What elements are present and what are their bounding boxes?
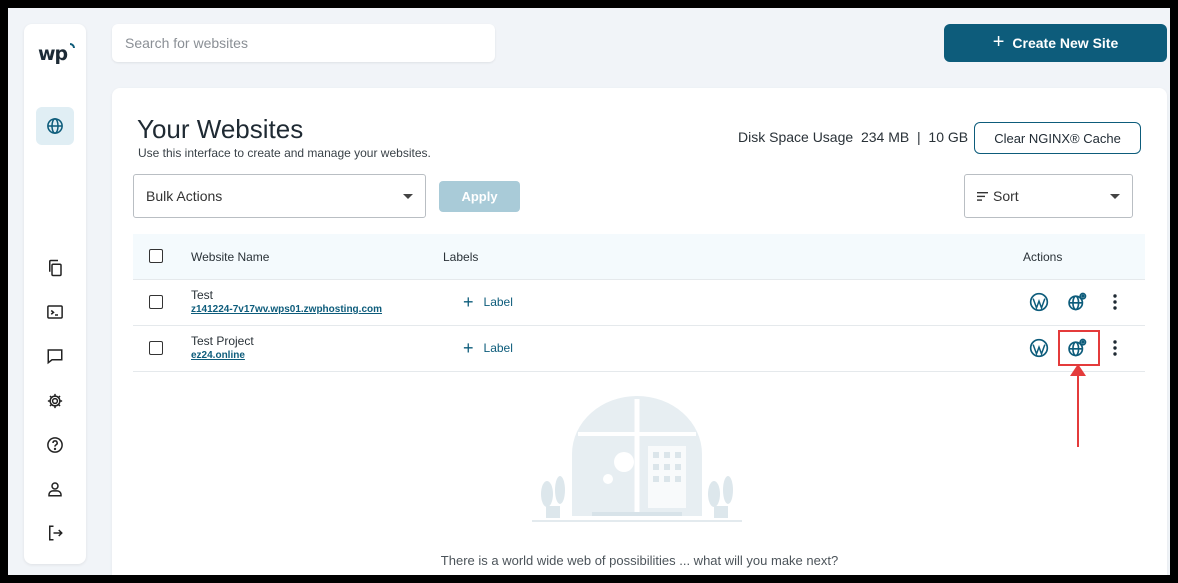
disk-usage-used: 234 MB — [860, 129, 910, 145]
plus-icon: + — [463, 292, 474, 312]
empty-state-message: There is a world wide web of possibiliti… — [440, 553, 839, 568]
annotation-arrow-head — [1070, 364, 1086, 376]
bulk-actions-label: Bulk Actions — [146, 188, 223, 204]
caret-down-icon — [403, 193, 413, 199]
empty-state-illustration — [532, 396, 742, 522]
add-label-button[interactable]: + Label — [463, 339, 513, 357]
sidebar-item-files[interactable] — [45, 258, 65, 278]
chat-icon — [47, 349, 63, 365]
copy-icon — [49, 259, 62, 277]
sort-select[interactable]: Sort — [964, 174, 1133, 218]
column-labels: Labels — [443, 250, 479, 264]
table-row: Test Project ez24.online + Label — [133, 326, 1145, 372]
page-title: Your Websites — [137, 114, 304, 144]
kebab-menu-icon — [1113, 294, 1117, 310]
gear-icon — [47, 393, 63, 409]
add-label-button[interactable]: + Label — [463, 293, 513, 311]
wordpress-admin-button[interactable] — [1028, 291, 1050, 313]
wordpress-icon — [1029, 292, 1049, 312]
more-options-button[interactable] — [1104, 337, 1126, 359]
add-label-text: Label — [483, 341, 513, 355]
terminal-icon — [47, 305, 63, 319]
row-checkbox[interactable] — [149, 341, 163, 355]
disk-usage: Disk Space Usage 234 MB | 10 GB — [738, 129, 968, 145]
caret-down-icon — [1110, 193, 1120, 199]
disk-usage-label: Disk Space Usage — [738, 129, 854, 145]
sidebar-item-messages[interactable] — [45, 346, 65, 366]
column-website-name: Website Name — [191, 250, 270, 264]
plus-icon: + — [463, 338, 474, 358]
add-label-text: Label — [483, 295, 513, 309]
select-all-checkbox[interactable] — [149, 249, 163, 263]
help-icon — [47, 437, 63, 453]
column-actions: Actions — [1023, 250, 1063, 264]
domain-settings-button[interactable] — [1066, 337, 1088, 359]
kebab-menu-icon — [1113, 340, 1117, 356]
table-row: Test z141224-7v17wv.wps01.zwphosting.com… — [133, 280, 1145, 326]
plus-icon: + — [992, 31, 1005, 53]
sidebar-item-websites[interactable] — [36, 107, 74, 145]
row-checkbox[interactable] — [149, 295, 163, 309]
table-header: Website Name Labels Actions — [133, 234, 1145, 280]
more-options-button[interactable] — [1104, 291, 1126, 313]
disk-usage-total: 10 GB — [928, 129, 969, 145]
site-url-link[interactable]: z141224-7v17wv.wps01.zwphosting.com — [191, 304, 382, 315]
apply-button[interactable]: Apply — [439, 181, 520, 212]
sidebar-item-help[interactable] — [45, 435, 65, 455]
site-name: Test — [191, 288, 214, 302]
wordpress-admin-button[interactable] — [1028, 337, 1050, 359]
sort-lines-icon — [977, 191, 988, 201]
websites-table: Website Name Labels Actions Test z141224… — [133, 234, 1145, 372]
globe-icon — [47, 118, 63, 134]
sidebar: wp — [24, 24, 86, 564]
user-icon — [48, 482, 62, 497]
clear-nginx-cache-button[interactable]: Clear NGINX® Cache — [974, 122, 1141, 154]
annotation-arrow-line — [1077, 367, 1079, 447]
globe-gear-icon — [1068, 338, 1087, 357]
site-url-link[interactable]: ez24.online — [191, 350, 245, 361]
create-new-site-button[interactable]: + Create New Site — [944, 24, 1167, 62]
page-subtitle: Use this interface to create and manage … — [138, 146, 431, 160]
disk-usage-separator: | — [916, 129, 921, 145]
sidebar-item-logout[interactable] — [45, 523, 65, 543]
bulk-actions-select[interactable]: Bulk Actions — [133, 174, 426, 218]
sidebar-item-settings[interactable] — [45, 391, 65, 411]
logo-signal-icon — [70, 43, 75, 48]
wordpress-icon — [1029, 338, 1049, 358]
search-input[interactable] — [112, 24, 495, 62]
sidebar-item-terminal[interactable] — [45, 302, 65, 322]
brand-logo[interactable]: wp — [38, 43, 68, 65]
domain-settings-button[interactable] — [1066, 291, 1088, 313]
sidebar-item-account[interactable] — [45, 479, 65, 499]
sort-label: Sort — [993, 188, 1019, 204]
globe-gear-icon — [1068, 292, 1087, 311]
websites-panel: Your Websites Use this interface to crea… — [112, 88, 1167, 575]
create-new-site-label: Create New Site — [1012, 35, 1119, 51]
logout-icon — [49, 525, 63, 541]
app-frame: wp + Create New Site — [8, 8, 1170, 575]
site-name: Test Project — [191, 334, 254, 348]
